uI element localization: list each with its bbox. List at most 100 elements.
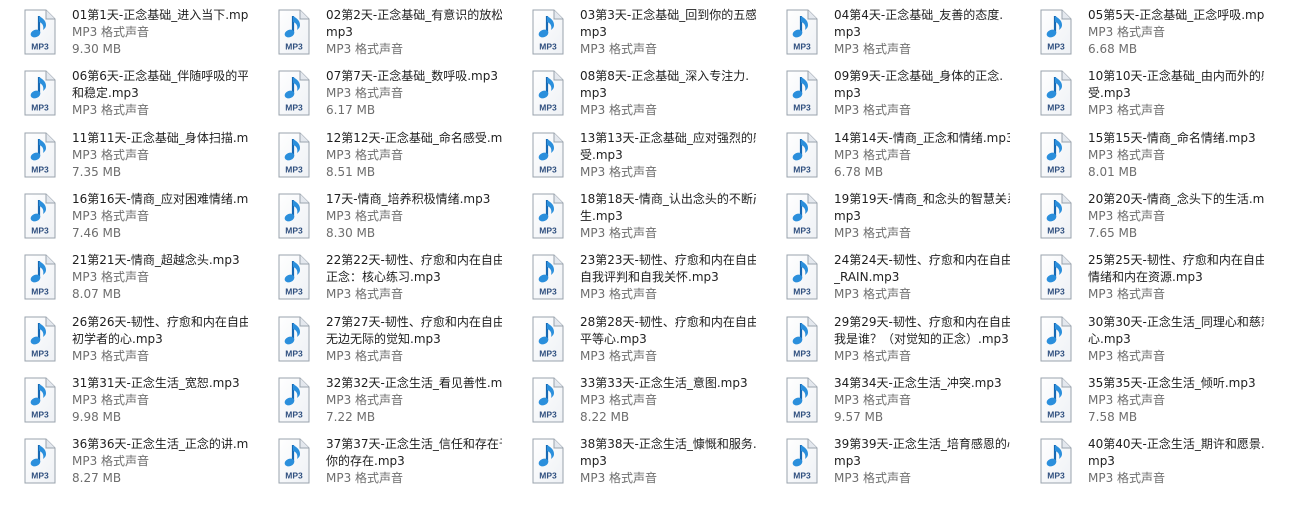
file-item[interactable]: MP3 02第2天-正念基础_有意识的放松. mp3 MP3 格式声音: [254, 3, 504, 61]
file-name-line: 31第31天-正念生活_宽恕.mp3: [72, 375, 240, 390]
file-name-line: 心.mp3: [1088, 331, 1131, 346]
file-item[interactable]: MP3 26第26天-韧性、疗愈和内在自由_ 初学者的心.mp3 MP3 格式声音: [0, 310, 250, 368]
file-item[interactable]: MP3 32第32天-正念生活_看见善性.mp3 MP3 格式声音 7.22 MB: [254, 371, 504, 429]
file-item[interactable]: MP3 33第33天-正念生活_意图.mp3 MP3 格式声音 8.22 MB: [508, 371, 758, 429]
file-item[interactable]: MP3 11第11天-正念基础_身体扫描.mp3 MP3 格式声音 7.35 MB: [0, 126, 250, 184]
file-type: MP3 格式声音: [326, 348, 404, 363]
icon-label: MP3: [1047, 471, 1065, 481]
icon-label: MP3: [539, 103, 557, 113]
icon-label: MP3: [539, 42, 557, 52]
file-item[interactable]: MP3 19第19天-情商_和念头的智慧关系. mp3 MP3 格式声音: [762, 187, 1012, 245]
file-item[interactable]: MP3 08第8天-正念基础_深入专注力. mp3 MP3 格式声音: [508, 64, 758, 122]
file-item[interactable]: MP3 34第34天-正念生活_冲突.mp3 MP3 格式声音 9.57 MB: [762, 371, 1012, 429]
file-item[interactable]: MP3 20第20天-情商_念头下的生活.mp3 MP3 格式声音 7.65 MB: [1016, 187, 1266, 245]
file-item[interactable]: MP3 01第1天-正念基础_进入当下.mp3 MP3 格式声音 9.30 MB: [0, 3, 250, 61]
file-name: 28第28天-韧性、疗愈和内在自由_ 平等心.mp3: [580, 314, 756, 348]
file-type: MP3 格式声音: [72, 147, 150, 162]
file-item[interactable]: MP3 15第15天-情商_命名情绪.mp3 MP3 格式声音 8.01 MB: [1016, 126, 1266, 184]
file-type: MP3 格式声音: [72, 208, 150, 223]
file-item[interactable]: MP3 04第4天-正念基础_友善的态度. mp3 MP3 格式声音: [762, 3, 1012, 61]
mp3-file-icon: MP3: [22, 132, 58, 178]
file-item[interactable]: MP3 29第29天-韧性、疗愈和内在自由_ 我是谁？（对觉知的正念）.mp3 MP…: [762, 310, 1012, 368]
file-size: 6.78 MB: [834, 164, 884, 179]
file-size: 8.22 MB: [580, 409, 630, 424]
file-name: 23第23天-韧性、疗愈和内在自由_ 自我评判和自我关怀.mp3: [580, 252, 756, 286]
file-item[interactable]: MP3 10第10天-正念基础_由内而外的感 受.mp3 MP3 格式声音: [1016, 64, 1266, 122]
icon-label: MP3: [539, 471, 557, 481]
file-item[interactable]: MP3 40第40天-正念生活_期许和愿景. mp3 MP3 格式声音: [1016, 432, 1266, 490]
file-name-line: 我是谁？（对觉知的正念）.mp3: [834, 331, 1009, 346]
file-name: 04第4天-正念基础_友善的态度. mp3: [834, 7, 1010, 41]
file-type: MP3 格式声音: [834, 147, 912, 162]
file-name-line: mp3: [580, 454, 607, 469]
file-name-line: 生.mp3: [580, 208, 623, 223]
file-item[interactable]: MP3 37第37天-正念生活_信任和存在于 你的存在.mp3 MP3 格式声音: [254, 432, 504, 490]
mp3-file-icon: MP3: [784, 316, 820, 362]
file-type: MP3 格式声音: [1088, 287, 1166, 302]
file-name-line: 02第2天-正念基础_有意识的放松.: [326, 8, 502, 22]
icon-label: MP3: [1047, 225, 1065, 235]
file-name: 09第9天-正念基础_身体的正念. mp3: [834, 68, 1010, 102]
file-name-line: 20第20天-情商_念头下的生活.mp3: [1088, 191, 1264, 206]
file-item[interactable]: MP3 03第3天-正念基础_回到你的五感. mp3 MP3 格式声音: [508, 3, 758, 61]
file-item[interactable]: MP3 25第25天-韧性、疗愈和内在自由_ 情绪和内在资源.mp3 MP3 格式声…: [1016, 248, 1266, 306]
file-name: 38第38天-正念生活_慷慨和服务. mp3: [580, 436, 756, 470]
file-item[interactable]: MP3 24第24天-韧性、疗愈和内在自由 _RAIN.mp3 MP3 格式声音: [762, 248, 1012, 306]
icon-label: MP3: [31, 287, 49, 297]
file-name-line: 情绪和内在资源.mp3: [1088, 270, 1203, 285]
file-name-line: 受.mp3: [1088, 86, 1131, 101]
file-name-line: 13第13天-正念基础_应对强烈的感: [580, 130, 756, 145]
file-item[interactable]: MP3 12第12天-正念基础_命名感受.mp3 MP3 格式声音 8.51 MB: [254, 126, 504, 184]
file-type: MP3 格式声音: [580, 392, 658, 407]
icon-label: MP3: [1047, 164, 1065, 174]
file-item[interactable]: MP3 18第18天-情商_认出念头的不断产 生.mp3 MP3 格式声音: [508, 187, 758, 245]
mp3-file-icon: MP3: [1038, 254, 1074, 300]
icon-label: MP3: [31, 42, 49, 52]
file-item[interactable]: MP3 16第16天-情商_应对困难情绪.mp3 MP3 格式声音 7.46 MB: [0, 187, 250, 245]
file-name: 33第33天-正念生活_意图.mp3: [580, 375, 756, 392]
file-item[interactable]: MP3 39第39天-正念生活_培育感恩的心. mp3 MP3 格式声音: [762, 432, 1012, 490]
file-name-line: 22第22天-韧性、疗愈和内在自由_: [326, 253, 502, 268]
file-item[interactable]: MP3 35第35天-正念生活_倾听.mp3 MP3 格式声音 7.58 MB: [1016, 371, 1266, 429]
file-type: MP3 格式声音: [326, 471, 404, 486]
file-type: MP3 格式声音: [580, 348, 658, 363]
file-item[interactable]: MP3 06第6天-正念基础_伴随呼吸的平静 和稳定.mp3 MP3 格式声音: [0, 64, 250, 122]
file-item[interactable]: MP3 23第23天-韧性、疗愈和内在自由_ 自我评判和自我关怀.mp3 MP3 格…: [508, 248, 758, 306]
mp3-file-icon: MP3: [784, 9, 820, 55]
file-item[interactable]: MP3 05第5天-正念基础_正念呼吸.mp3 MP3 格式声音 6.68 MB: [1016, 3, 1266, 61]
icon-label: MP3: [31, 164, 49, 174]
file-type: MP3 格式声音: [326, 208, 404, 223]
file-name-line: mp3: [580, 25, 607, 39]
file-item[interactable]: MP3 13第13天-正念基础_应对强烈的感 受.mp3 MP3 格式声音: [508, 126, 758, 184]
file-item[interactable]: MP3 22第22天-韧性、疗愈和内在自由_ 正念：核心练习.mp3 MP3 格式声…: [254, 248, 504, 306]
mp3-file-icon: MP3: [22, 193, 58, 239]
file-name-line: mp3: [326, 25, 353, 39]
file-grid: MP3 01第1天-正念基础_进入当下.mp3 MP3 格式声音 9.30 MB M…: [0, 0, 1290, 510]
file-item[interactable]: MP3 14第14天-情商_正念和情绪.mp3 MP3 格式声音 6.78 MB: [762, 126, 1012, 184]
file-item[interactable]: MP3 27第27天-韧性、疗愈和内在自由_ 无边无际的觉知.mp3 MP3 格式声…: [254, 310, 504, 368]
file-name-line: mp3: [834, 208, 861, 223]
mp3-file-icon: MP3: [1038, 316, 1074, 362]
file-item[interactable]: MP3 36第36天-正念生活_正念的讲.mp3 MP3 格式声音 8.27 MB: [0, 432, 250, 490]
file-name: 30第30天-正念生活_同理心和慈悲 心.mp3: [1088, 314, 1264, 348]
file-name-line: 14第14天-情商_正念和情绪.mp3: [834, 130, 1010, 145]
file-item[interactable]: MP3 21第21天-情商_超越念头.mp3 MP3 格式声音 8.07 MB: [0, 248, 250, 306]
file-name-line: 17天-情商_培养积极情绪.mp3: [326, 191, 491, 206]
file-item[interactable]: MP3 28第28天-韧性、疗愈和内在自由_ 平等心.mp3 MP3 格式声音: [508, 310, 758, 368]
file-item[interactable]: MP3 30第30天-正念生活_同理心和慈悲 心.mp3 MP3 格式声音: [1016, 310, 1266, 368]
file-name: 24第24天-韧性、疗愈和内在自由 _RAIN.mp3: [834, 252, 1010, 286]
mp3-file-icon: MP3: [530, 193, 566, 239]
file-item[interactable]: MP3 38第38天-正念生活_慷慨和服务. mp3 MP3 格式声音: [508, 432, 758, 490]
file-type: MP3 格式声音: [834, 348, 912, 363]
file-type: MP3 格式声音: [326, 147, 404, 162]
file-item[interactable]: MP3 17天-情商_培养积极情绪.mp3 MP3 格式声音 8.30 MB: [254, 187, 504, 245]
file-item[interactable]: MP3 09第9天-正念基础_身体的正念. mp3 MP3 格式声音: [762, 64, 1012, 122]
file-item[interactable]: MP3 07第7天-正念基础_数呼吸.mp3 MP3 格式声音 6.17 MB: [254, 64, 504, 122]
file-type: MP3 格式声音: [326, 392, 404, 407]
file-type: MP3 格式声音: [326, 86, 404, 101]
file-name-line: 04第4天-正念基础_友善的态度.: [834, 8, 1004, 22]
file-item[interactable]: MP3 31第31天-正念生活_宽恕.mp3 MP3 格式声音 9.98 MB: [0, 371, 250, 429]
file-type: MP3 格式声音: [72, 392, 150, 407]
icon-label: MP3: [793, 164, 811, 174]
mp3-file-icon: MP3: [1038, 9, 1074, 55]
